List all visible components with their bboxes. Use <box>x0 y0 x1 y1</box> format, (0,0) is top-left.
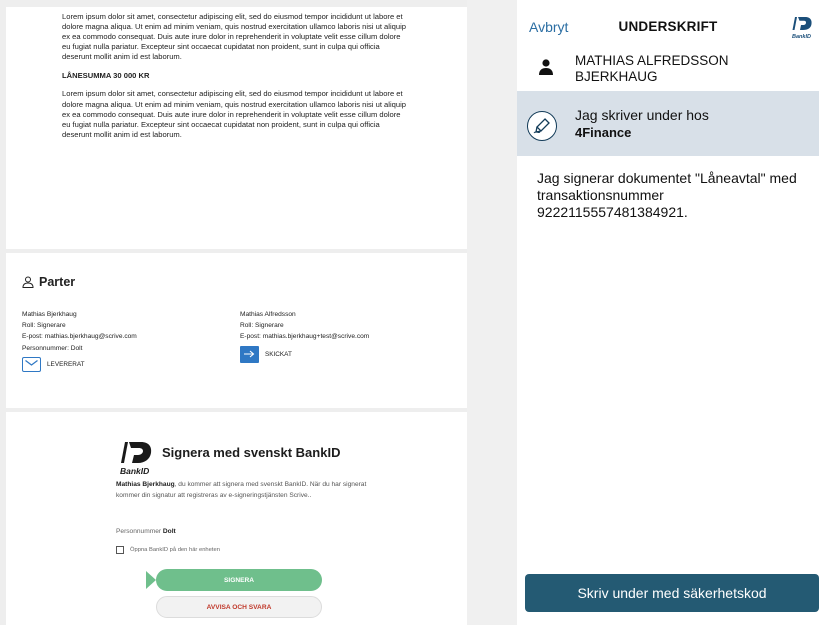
party-card: Mathias Alfredsson Roll: Signerare E-pos… <box>240 309 369 363</box>
party-role: Roll: Signerare <box>240 322 284 330</box>
parties-heading: Parter <box>22 275 467 289</box>
party-card: Mathias Bjerkhaug Roll: Signerare E-post… <box>22 309 137 372</box>
user-name-line-1: MATHIAS ALFREDSSON <box>575 53 729 68</box>
open-on-device-label: Öppna BankID på den här enheten <box>130 547 220 553</box>
person-outline-icon <box>22 276 34 288</box>
signer-company: 4Finance <box>575 125 632 140</box>
bankid-logo: BankID <box>120 442 152 476</box>
parties-title: Parter <box>39 275 76 289</box>
document-paragraph-2: Lorem ipsum dolor sit amet, consectetur … <box>62 89 406 139</box>
sign-title: Signera med svenskt BankID <box>162 445 341 460</box>
signer-name: Mathias Bjerkhaug <box>116 481 175 488</box>
page-title: UNDERSKRIFT <box>618 19 718 34</box>
status-label: LEVERERAT <box>47 360 85 368</box>
bankid-sign-section: BankID Signera med svenskt BankID Mathia… <box>6 412 467 625</box>
top-bar: Avbryt UNDERSKRIFT BankID <box>517 0 819 46</box>
party-status: SKICKAT <box>240 345 369 363</box>
personal-number-value: Dolt <box>162 528 176 535</box>
personal-number-label: Personnummer <box>116 528 162 535</box>
envelope-icon <box>22 356 41 372</box>
reject-button[interactable]: AVVISA OCH SVARA <box>156 596 322 618</box>
sign-description: Mathias Bjerkhaug, du kommer att signera… <box>116 480 376 502</box>
user-name: MATHIAS ALFREDSSON BJERKHAUG <box>575 53 729 85</box>
svg-text:BankID: BankID <box>120 466 149 476</box>
pen-icon <box>527 111 557 141</box>
person-icon <box>539 59 553 75</box>
party-role: Roll: Signerare <box>22 322 66 330</box>
document-paragraph-1: Lorem ipsum dolor sit amet, consectetur … <box>62 12 406 62</box>
party-name: Mathias Alfredsson <box>240 311 296 318</box>
open-on-device-option[interactable]: Öppna BankID på den här enheten <box>116 546 220 554</box>
party-personal-number: Personnummer: Dolt <box>22 344 83 352</box>
sign-button[interactable]: SIGNERA <box>156 569 322 591</box>
party-email: E-post: mathias.bjerkhaug@scrive.com <box>22 333 137 341</box>
bankid-app: Avbryt UNDERSKRIFT BankID MATHIAS ALFRED… <box>517 0 819 625</box>
sign-with-security-code-button[interactable]: Skriv under med säkerhetskod <box>525 574 819 612</box>
user-name-line-2: BJERKHAUG <box>575 69 658 84</box>
personal-number-row: Personnummer Dolt <box>116 528 176 535</box>
bankid-logo-small: BankID <box>792 17 812 40</box>
party-status: LEVERERAT <box>22 356 137 372</box>
document-viewer: Lorem ipsum dolor sit amet, consectetur … <box>0 0 467 625</box>
arrow-right-icon <box>240 345 259 363</box>
party-email: E-post: mathias.bjerkhaug+test@scrive.co… <box>240 333 370 341</box>
user-row: MATHIAS ALFREDSSON BJERKHAUG <box>517 50 819 90</box>
parties-section: Parter Mathias Bjerkhaug Roll: Signerare… <box>6 253 467 408</box>
document-text-section: Lorem ipsum dolor sit amet, consectetur … <box>6 7 467 249</box>
party-name: Mathias Bjerkhaug <box>22 311 77 318</box>
open-on-device-checkbox[interactable] <box>116 546 124 554</box>
signer-intro: Jag skriver under hos <box>575 107 709 123</box>
svg-text:BankID: BankID <box>792 34 811 40</box>
sign-button-arrow <box>146 571 156 589</box>
loan-amount-heading: LÅNESUMMA 30 000 KR <box>62 71 150 81</box>
status-label: SKICKAT <box>265 350 292 358</box>
sign-message: Jag signerar dokumentet "Låneavtal" med … <box>537 170 797 220</box>
screen: Lorem ipsum dolor sit amet, consectetur … <box>0 0 819 625</box>
signing-party-block: Jag skriver under hos 4Finance <box>517 91 819 156</box>
